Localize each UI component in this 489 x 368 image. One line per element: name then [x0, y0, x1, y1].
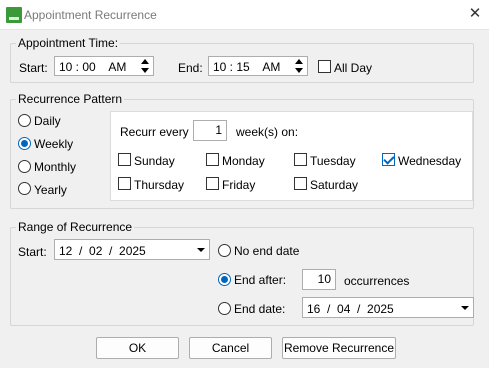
checkbox-wednesday[interactable]	[382, 153, 395, 166]
radio-end-date[interactable]	[218, 302, 231, 315]
end-date-value: 16 / 04 / 2025	[307, 302, 394, 316]
range-start-date-picker[interactable]: 12 / 02 / 2025	[54, 239, 210, 260]
range-of-recurrence-legend: Range of Recurrence	[16, 220, 135, 234]
radio-monthly-label[interactable]: Monthly	[34, 160, 76, 174]
occurrences-label: occurrences	[344, 274, 410, 288]
range-start-label: Start:	[18, 245, 47, 259]
radio-end-after-label[interactable]: End after:	[234, 273, 286, 287]
end-date-picker[interactable]: 16 / 04 / 2025	[302, 297, 474, 318]
checkbox-friday-label[interactable]: Friday	[222, 178, 255, 192]
app-icon	[6, 7, 22, 23]
checkbox-thursday-label[interactable]: Thursday	[134, 178, 184, 192]
checkbox-sunday-label[interactable]: Sunday	[134, 154, 175, 168]
all-day-checkbox[interactable]	[318, 60, 331, 73]
end-time-spinner-icon[interactable]	[295, 59, 304, 73]
chevron-down-icon[interactable]	[461, 306, 469, 310]
cancel-button[interactable]: Cancel	[189, 337, 272, 359]
checkbox-monday[interactable]	[206, 153, 219, 166]
checkbox-tuesday[interactable]	[294, 153, 307, 166]
start-time-picker[interactable]: 10 : 00 AM	[54, 56, 154, 76]
checkbox-tuesday-label[interactable]: Tuesday	[310, 154, 356, 168]
weeks-on-label: week(s) on:	[236, 125, 299, 139]
radio-yearly[interactable]	[18, 182, 31, 195]
start-time-label: Start:	[19, 61, 48, 75]
start-time-value: 10 : 00 AM	[59, 60, 127, 74]
radio-end-date-label[interactable]: End date:	[234, 302, 285, 316]
radio-weekly-label[interactable]: Weekly	[34, 137, 73, 151]
end-time-label: End:	[178, 61, 203, 75]
checkbox-saturday[interactable]	[294, 177, 307, 190]
end-time-value: 10 : 15 AM	[213, 60, 281, 74]
end-time-picker[interactable]: 10 : 15 AM	[208, 56, 308, 76]
radio-monthly[interactable]	[18, 160, 31, 173]
range-start-date-value: 12 / 02 / 2025	[59, 244, 146, 258]
checkbox-sunday[interactable]	[118, 153, 131, 166]
radio-weekly[interactable]	[18, 137, 31, 150]
checkbox-thursday[interactable]	[118, 177, 131, 190]
checkbox-friday[interactable]	[206, 177, 219, 190]
recurrence-pattern-legend: Recurrence Pattern	[16, 92, 125, 106]
recur-every-input[interactable]: 1	[193, 120, 227, 141]
remove-recurrence-button[interactable]: Remove Recurrence	[282, 337, 396, 359]
checkbox-monday-label[interactable]: Monday	[222, 154, 265, 168]
end-after-input[interactable]: 10	[302, 269, 336, 290]
title-bar: Appointment Recurrence ✕	[0, 0, 489, 30]
checkbox-wednesday-label[interactable]: Wednesday	[398, 154, 461, 168]
radio-daily[interactable]	[18, 114, 31, 127]
radio-daily-label[interactable]: Daily	[34, 114, 61, 128]
radio-no-end-date-label[interactable]: No end date	[234, 244, 299, 258]
recur-every-label: Recurr every	[120, 125, 189, 139]
radio-end-after[interactable]	[218, 273, 231, 286]
radio-no-end-date[interactable]	[218, 244, 231, 257]
window-title: Appointment Recurrence	[24, 8, 157, 22]
checkbox-saturday-label[interactable]: Saturday	[310, 178, 358, 192]
appointment-time-legend: Appointment Time:	[16, 36, 121, 50]
all-day-label[interactable]: All Day	[334, 61, 372, 75]
radio-yearly-label[interactable]: Yearly	[34, 183, 67, 197]
chevron-down-icon[interactable]	[197, 248, 205, 252]
close-icon[interactable]: ✕	[467, 5, 483, 23]
start-time-spinner-icon[interactable]	[141, 59, 150, 73]
ok-button[interactable]: OK	[96, 337, 179, 359]
